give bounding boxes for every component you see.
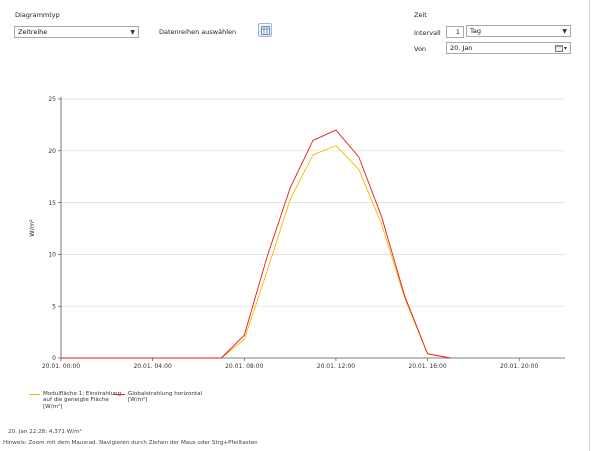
y-tick-label: 25 [48,96,56,103]
x-tick-label: 20.01. 16:00 [408,363,446,370]
x-tick-label: 20.01. 04:00 [133,363,171,370]
legend-label: [W/m²] [43,403,63,410]
legend-swatch [29,394,40,396]
x-tick-label: 20.01. 00:00 [42,363,80,370]
chart-axes [60,97,565,359]
chart[interactable]: 0510152025 20.01. 00:00 20.01. 04:00 20.01… [0,0,600,400]
x-tick-label: 20.01. 12:00 [317,363,355,370]
chart-grid [61,98,565,307]
chart-series [61,129,451,359]
y-tick-label: 15 [48,200,56,207]
y-tick-label: 0 [52,355,56,362]
legend-item-series-2[interactable]: Globalstrahlung horizontal [W/m²] [114,391,202,404]
hint-text: Hinweis: Zoom mit dem Mausrad. Navigiere… [3,440,258,446]
series-line-2 [61,129,451,359]
x-tick-label: 20.01. 08:00 [225,363,263,370]
x-axis-ticks: 20.01. 00:00 20.01. 04:00 20.01. 08:00 20.0… [42,358,538,370]
y-axis-ticks: 0 5 10 15 20 25 [48,96,61,362]
x-tick-label: 20.01. 20:00 [500,363,538,370]
y-tick-label: 10 [48,252,56,259]
panel-border [589,0,590,451]
y-tick-label: 20 [48,148,56,155]
legend-label: [W/m²] [128,397,148,404]
y-axis-label: W/m² [28,219,36,237]
legend-item-series-1[interactable]: Modulfläche 1: Einstrahlung auf die gene… [29,391,121,410]
y-tick-label: 5 [52,303,56,310]
value-readout: 20. Jan 22:28: 4,371 W/m² [8,429,82,435]
legend-swatch [114,394,125,396]
